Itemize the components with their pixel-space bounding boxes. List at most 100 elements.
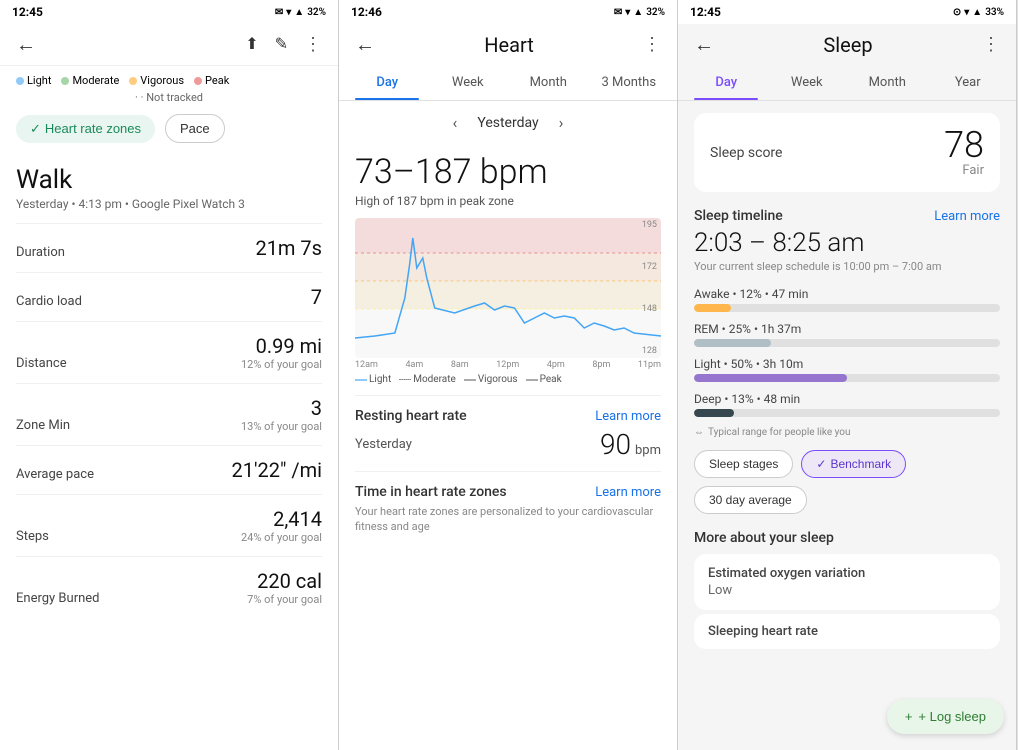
rem-bar-fill	[694, 339, 771, 347]
time-2: 12:46	[351, 5, 382, 19]
time-1: 12:45	[12, 5, 43, 19]
stat-energy: Energy Burned 220 cal 7% of your goal	[0, 557, 338, 618]
date-navigator: ‹ Yesterday ›	[339, 101, 677, 144]
benchmark-button[interactable]: ✓ Benchmark	[801, 450, 906, 478]
resting-hr-value-row: Yesterday 90 bpm	[339, 428, 677, 471]
share-icon[interactable]: ⬆	[245, 34, 258, 55]
sleep-tabs: Day Week Month Year	[678, 65, 1016, 101]
light-bar-fill	[694, 374, 847, 382]
next-date-button[interactable]: ›	[559, 113, 564, 132]
stat-cardio-load: Cardio load 7	[0, 273, 338, 321]
mail-icon-2: ✉	[614, 7, 622, 18]
heart-back-button[interactable]: ←	[355, 32, 375, 57]
back-button[interactable]: ←	[16, 32, 36, 57]
stat-steps: Steps 2,414 24% of your goal	[0, 495, 338, 556]
resting-hr-learn-more[interactable]: Learn more	[595, 409, 661, 424]
status-bar-1: 12:45 ✉ ▾ ▲ 32%	[0, 0, 338, 24]
panel-heart: 12:46 ✉ ▾ ▲ 32% ← Heart ⋮ Day Week Month…	[339, 0, 678, 750]
more-icon[interactable]: ⋮	[304, 34, 322, 55]
bpm-sub: High of 187 bpm in peak zone	[339, 194, 677, 218]
light-bar-track	[694, 374, 1000, 382]
sleep-schedule: Your current sleep schedule is 10:00 pm …	[678, 260, 1016, 283]
sleep-tab-week[interactable]: Week	[767, 65, 848, 100]
tab-day[interactable]: Day	[347, 65, 428, 100]
sleep-stage-rem: REM • 25% • 1h 37m	[678, 318, 1016, 353]
check-icon-sleep: ✓	[816, 457, 826, 471]
heart-more-button[interactable]: ⋮	[643, 34, 661, 55]
legend-light-label: Light	[27, 74, 51, 87]
sleep-tab-month[interactable]: Month	[847, 65, 928, 100]
legend-moderate-label: Moderate	[72, 74, 119, 87]
log-sleep-button[interactable]: + + Log sleep	[887, 699, 1004, 734]
tab-month[interactable]: Month	[508, 65, 589, 100]
wifi-icon-2: ▲	[633, 7, 643, 18]
walk-header: ← ⬆ ✎ ⋮	[0, 24, 338, 66]
legend-vigorous: Vigorous	[129, 74, 184, 87]
awake-bar-track	[694, 304, 1000, 312]
zone-legend: Light Moderate Vigorous Peak	[339, 370, 677, 395]
chart-y-labels: 195 172 148 128	[642, 218, 657, 358]
heart-header: ← Heart ⋮	[339, 24, 677, 65]
activity-title: Walk	[0, 153, 338, 197]
status-icons-2: ✉ ▾ ▲ 32%	[614, 7, 665, 18]
signal-icon-2: ▾	[625, 7, 630, 18]
more-sleep-title: More about your sleep	[678, 522, 1016, 550]
panel-sleep: 12:45 ⊙ ▾ ▲ 33% ← Sleep ⋮ Day Week Month…	[678, 0, 1017, 750]
prev-date-button[interactable]: ‹	[453, 113, 458, 132]
status-bar-3: 12:45 ⊙ ▾ ▲ 33%	[678, 0, 1016, 24]
oxygen-variation-card: Estimated oxygen variation Low	[694, 554, 1000, 610]
zone-peak: Peak	[526, 374, 562, 385]
sleep-view-buttons: Sleep stages ✓ Benchmark 30 day average	[678, 446, 1016, 522]
heart-rate-line	[355, 218, 661, 358]
sleep-header: ← Sleep ⋮	[678, 24, 1016, 65]
sleeping-hr-card: Sleeping heart rate	[694, 614, 1000, 649]
heart-title: Heart	[484, 33, 534, 57]
edit-icon[interactable]: ✎	[275, 34, 288, 55]
sleep-stage-awake: Awake • 12% • 47 min	[678, 283, 1016, 318]
signal-icon: ▾	[286, 7, 291, 18]
status-bar-2: 12:46 ✉ ▾ ▲ 32%	[339, 0, 677, 24]
pace-button[interactable]: Pace	[165, 114, 225, 143]
tab-week[interactable]: Week	[428, 65, 509, 100]
status-icons-1: ✉ ▾ ▲ 32%	[275, 7, 326, 18]
tab-3months[interactable]: 3 Months	[589, 65, 670, 100]
time-in-zones-learn-more[interactable]: Learn more	[595, 485, 661, 500]
not-tracked-label: · · Not tracked	[0, 91, 338, 108]
sleep-stages-button[interactable]: Sleep stages	[694, 450, 793, 478]
sleep-title: Sleep	[823, 33, 872, 57]
activity-buttons: ✓ Heart rate zones Pace	[0, 108, 338, 153]
current-date: Yesterday	[477, 115, 538, 131]
zone-light: Light	[355, 374, 391, 385]
sleep-more-button[interactable]: ⋮	[982, 34, 1000, 55]
legend-peak: Peak	[194, 74, 229, 87]
sleep-tab-day[interactable]: Day	[686, 65, 767, 100]
sleep-back-button[interactable]: ←	[694, 32, 714, 57]
wifi-icon-3: ▲	[972, 7, 982, 18]
battery-icon: 32%	[307, 7, 326, 18]
sleep-tab-year[interactable]: Year	[928, 65, 1009, 100]
deep-bar-fill	[694, 409, 734, 417]
sleep-timeline-learn-more[interactable]: Learn more	[934, 209, 1000, 224]
30day-avg-button[interactable]: 30 day average	[694, 486, 807, 514]
legend-peak-label: Peak	[205, 74, 229, 87]
activity-subtitle: Yesterday • 4:13 pm • Google Pixel Watch…	[0, 197, 338, 223]
stat-zone-min: Zone Min 3 13% of your goal	[0, 384, 338, 445]
stat-duration: Duration 21m 7s	[0, 224, 338, 272]
heart-zone-legend: Light Moderate Vigorous Peak	[0, 66, 338, 91]
sleep-timeline-header: Sleep timeline Learn more	[678, 204, 1016, 226]
signal-icon-3: ▾	[964, 7, 969, 18]
battery-icon-3: 33%	[985, 7, 1004, 18]
zone-moderate: Moderate	[399, 374, 456, 385]
time-3: 12:45	[690, 5, 721, 19]
heart-rate-chart: 195 172 148 128	[355, 218, 661, 358]
plus-icon: +	[905, 709, 913, 724]
sleep-score-card: Sleep score 78 Fair	[694, 113, 1000, 192]
bpm-range: 73–187 bpm	[339, 144, 677, 194]
sleep-time-range: 2:03 – 8:25 am	[678, 226, 1016, 260]
heart-rate-zones-button[interactable]: ✓ Heart rate zones	[16, 115, 155, 143]
sleep-stage-deep: Deep • 13% • 48 min	[678, 388, 1016, 423]
check-icon: ✓	[30, 121, 41, 137]
time-in-zones-section: Time in heart rate zones Learn more	[339, 472, 677, 504]
range-icon: ⇔	[694, 427, 704, 438]
location-icon: ⊙	[953, 7, 961, 18]
